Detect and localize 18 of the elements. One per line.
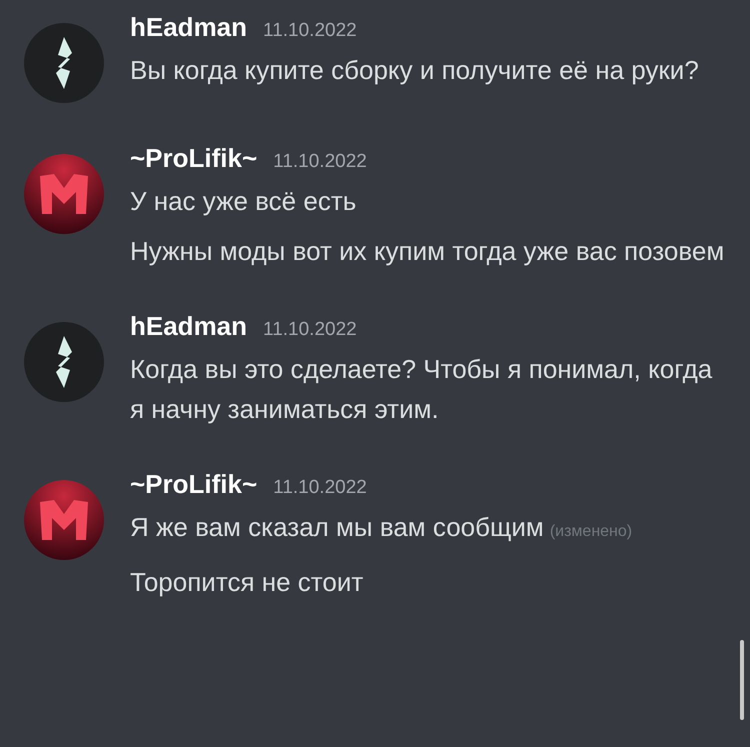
message-text: Вы когда купите сборку и получите её на руки? bbox=[130, 54, 700, 87]
avatar-icon[interactable] bbox=[24, 322, 104, 402]
message-text: У нас уже всё есть bbox=[130, 185, 358, 218]
edited-label: (изменено) bbox=[550, 523, 632, 540]
author-name[interactable]: hEadman bbox=[130, 12, 248, 43]
message-text: Когда вы это сделаете? Чтобы я понимал, когда я начну заниматься этим. bbox=[130, 353, 714, 426]
message-text: Нужны моды вот их купим тогда уже вас позовем bbox=[130, 235, 726, 268]
scrollbar[interactable] bbox=[740, 640, 744, 720]
author-name[interactable]: ~ProLifik~ bbox=[130, 469, 258, 500]
message-text: Торопится не стоит bbox=[130, 566, 364, 599]
author-name[interactable]: hEadman bbox=[130, 311, 248, 342]
message-text: Я же вам сказал мы вам сообщим bbox=[130, 512, 544, 542]
timestamp: 11.10.2022 bbox=[263, 319, 357, 341]
avatar-icon[interactable] bbox=[24, 23, 104, 103]
author-name[interactable]: ~ProLifik~ bbox=[130, 143, 258, 174]
timestamp: 11.10.2022 bbox=[273, 151, 367, 173]
timestamp: 11.10.2022 bbox=[263, 20, 357, 42]
timestamp: 11.10.2022 bbox=[273, 477, 367, 499]
